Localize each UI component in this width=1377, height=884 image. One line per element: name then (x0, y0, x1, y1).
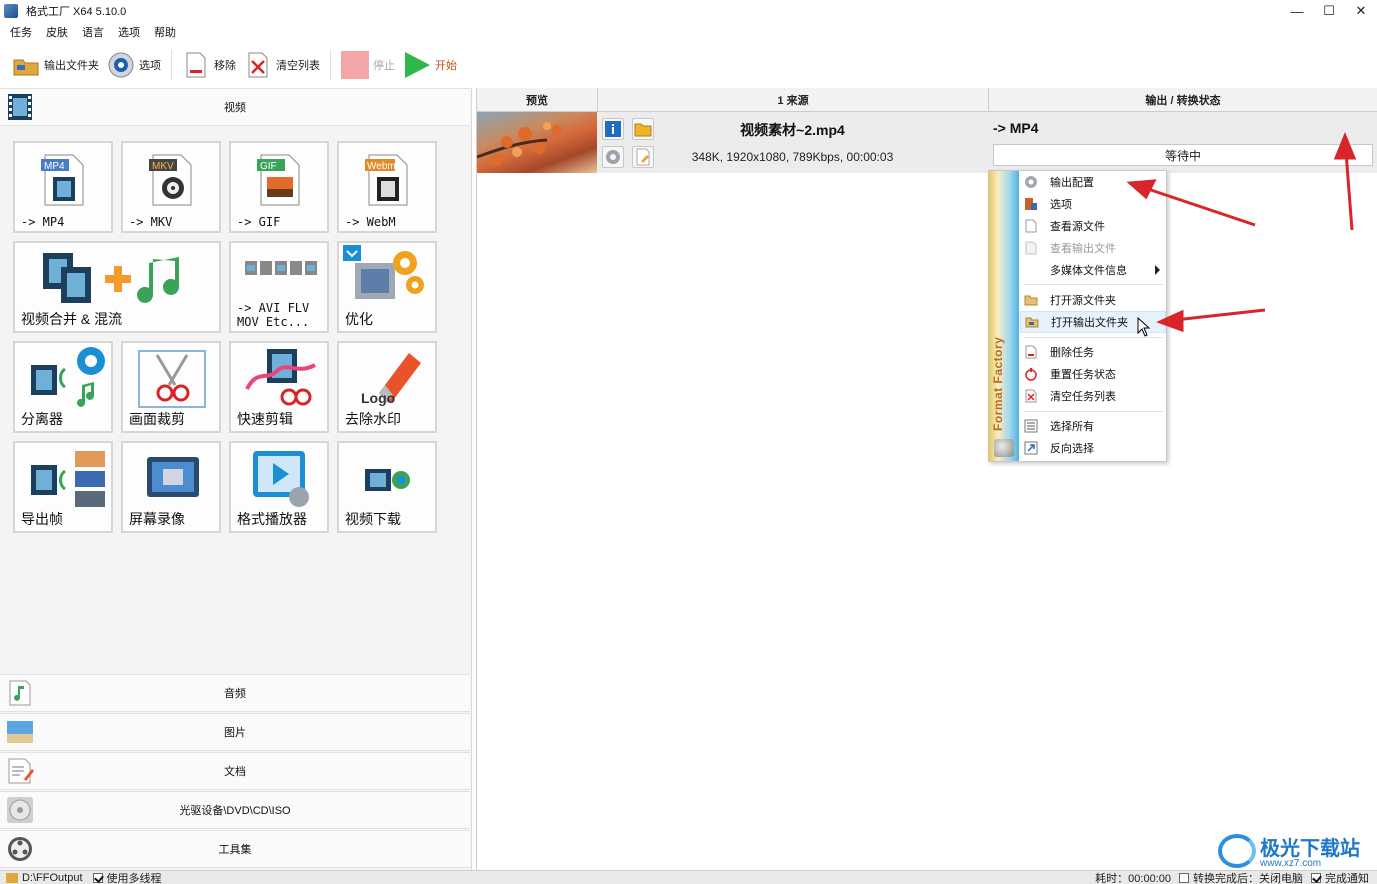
elapsed-time: 耗时：00:00:00 (1095, 872, 1171, 884)
arrow-to-output-settings (1144, 186, 1256, 227)
arrow-head (1156, 309, 1184, 333)
annotation-arrows (1126, 132, 1357, 333)
after-convert-checkbox[interactable]: 转换完成后：关闭电脑 (1179, 871, 1303, 884)
arrow-to-status (1344, 151, 1354, 231)
output-path[interactable]: D:\FFOutput (6, 872, 83, 884)
notify-checkbox[interactable]: 完成通知 (1311, 871, 1369, 884)
status-bar: D:\FFOutput 使用多线程 耗时：00:00:00 转换完成后：关闭电脑… (0, 870, 1377, 884)
site-watermark: 极光下载站 www.xz7.com (1218, 832, 1372, 872)
folder-icon (6, 872, 18, 883)
arrow-head (1126, 179, 1157, 200)
arrow-head (1333, 132, 1357, 160)
watermark-logo-icon (1218, 834, 1256, 868)
arrow-to-open-output-folder (1174, 308, 1266, 322)
multithread-checkbox[interactable]: 使用多线程 (92, 871, 162, 884)
